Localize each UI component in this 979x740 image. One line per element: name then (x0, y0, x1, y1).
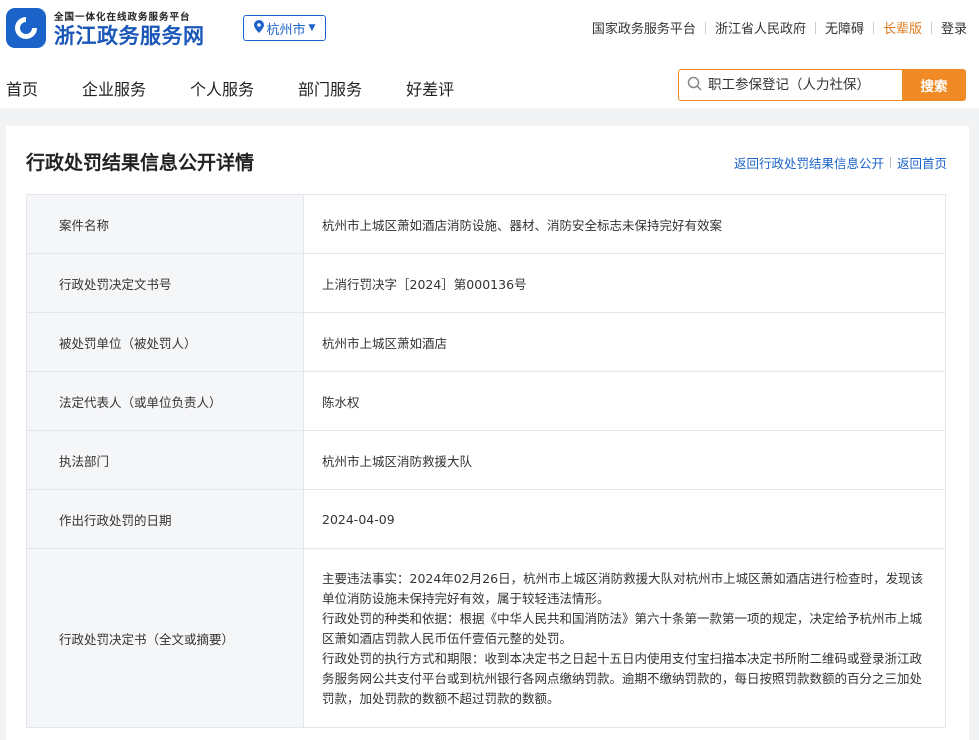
link-login[interactable]: 登录 (941, 18, 967, 37)
field-label-decision-date: 作出行政处罚的日期 (26, 489, 304, 549)
field-value-penalized-party: 杭州市上城区萧如酒店 (303, 312, 946, 372)
nav-personal-services[interactable]: 个人服务 (190, 76, 254, 100)
field-label-case-name: 案件名称 (26, 194, 304, 254)
table-row: 被处罚单位（被处罚人） 杭州市上城区萧如酒店 (26, 312, 946, 372)
field-value-legal-representative: 陈水权 (303, 371, 946, 431)
city-selector[interactable]: 杭州市 ▼ (243, 15, 326, 41)
location-pin-icon (253, 19, 264, 37)
nav-feedback[interactable]: 好差评 (406, 76, 454, 100)
nav-home[interactable]: 首页 (6, 76, 38, 100)
search-input[interactable] (708, 77, 888, 93)
field-label-penalized-party: 被处罚单位（被处罚人） (26, 312, 304, 372)
detail-table: 案件名称 杭州市上城区萧如酒店消防设施、器材、消防安全标志未保持完好有效案 行政… (26, 194, 946, 728)
link-back-to-list[interactable]: 返回行政处罚结果信息公开 (734, 153, 884, 172)
divider (930, 21, 932, 34)
link-back-to-home[interactable]: 返回首页 (897, 153, 947, 172)
site-logo-icon[interactable] (6, 8, 46, 48)
top-header: 全国一体化在线政务服务平台 浙江政务服务网 杭州市 ▼ 国家政务服务平台 浙江省… (0, 0, 979, 108)
field-value-document-number: 上消行罚决字［2024］第000136号 (303, 253, 946, 313)
caret-down-icon: ▼ (308, 23, 316, 33)
table-row: 执法部门 杭州市上城区消防救援大队 (26, 430, 946, 490)
top-links: 国家政务服务平台 浙江省人民政府 无障碍 长辈版 登录 (592, 18, 967, 37)
search-bar: 搜索 (678, 69, 966, 101)
divider (889, 157, 891, 168)
search-box (678, 69, 904, 101)
field-value-enforcement-department: 杭州市上城区消防救援大队 (303, 430, 946, 490)
link-accessibility[interactable]: 无障碍 (825, 18, 864, 37)
field-value-case-name: 杭州市上城区萧如酒店消防设施、器材、消防安全标志未保持完好有效案 (303, 194, 946, 254)
nav-enterprise-services[interactable]: 企业服务 (82, 76, 146, 100)
detail-card: 行政处罚结果信息公开详情 返回行政处罚结果信息公开 返回首页 案件名称 杭州市上… (6, 126, 969, 740)
field-value-decision-date: 2024-04-09 (303, 489, 946, 549)
main-nav: 首页 企业服务 个人服务 部门服务 好差评 (6, 76, 454, 100)
table-row: 法定代表人（或单位负责人） 陈水权 (26, 371, 946, 431)
field-label-decision-document: 行政处罚决定书（全文或摘要） (26, 548, 304, 728)
nav-department-services[interactable]: 部门服务 (298, 76, 362, 100)
table-row: 行政处罚决定文书号 上消行罚决字［2024］第000136号 (26, 253, 946, 313)
table-row: 案件名称 杭州市上城区萧如酒店消防设施、器材、消防安全标志未保持完好有效案 (26, 194, 946, 254)
search-icon (687, 76, 702, 95)
link-provincial-government[interactable]: 浙江省人民政府 (715, 18, 806, 37)
field-label-enforcement-department: 执法部门 (26, 430, 304, 490)
field-label-legal-representative: 法定代表人（或单位负责人） (26, 371, 304, 431)
divider (814, 21, 816, 34)
divider (872, 21, 874, 34)
back-links: 返回行政处罚结果信息公开 返回首页 (734, 153, 947, 172)
divider (704, 21, 706, 34)
search-button[interactable]: 搜索 (902, 69, 966, 101)
page-title: 行政处罚结果信息公开详情 (26, 152, 255, 174)
link-elder-version[interactable]: 长辈版 (883, 18, 922, 37)
city-label: 杭州市 (266, 22, 306, 38)
table-row: 行政处罚决定书（全文或摘要） 主要违法事实：2024年02月26日，杭州市上城区… (26, 548, 946, 728)
link-national-platform[interactable]: 国家政务服务平台 (592, 18, 696, 37)
logo-title[interactable]: 浙江政务服务网 (54, 20, 205, 50)
field-label-document-number: 行政处罚决定文书号 (26, 253, 304, 313)
field-value-decision-document: 主要违法事实：2024年02月26日，杭州市上城区消防救援大队对杭州市上城区萧如… (303, 548, 946, 728)
table-row: 作出行政处罚的日期 2024-04-09 (26, 489, 946, 549)
